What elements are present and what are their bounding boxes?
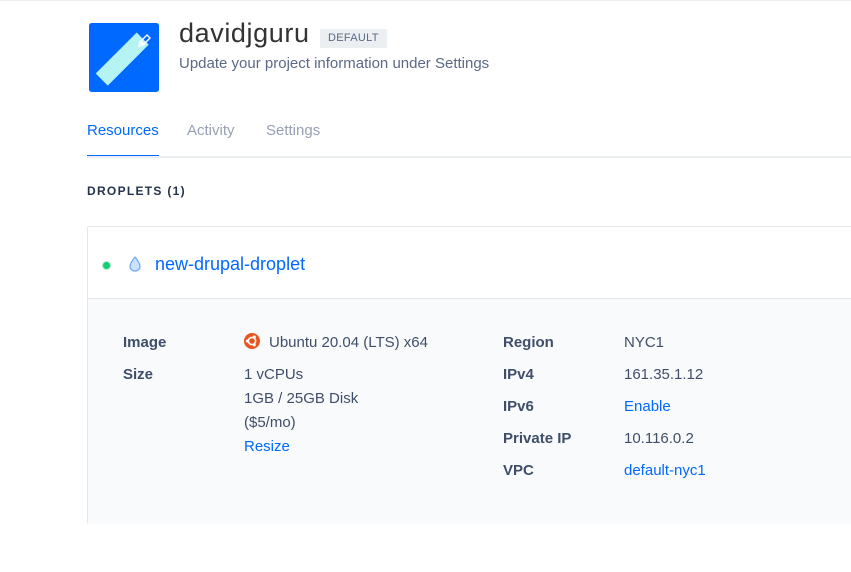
region-label: Region (503, 334, 554, 351)
private-ip-label: Private IP (503, 430, 572, 447)
size-cpu: 1 vCPUs (244, 366, 304, 383)
droplet-name-link[interactable]: new-drupal-droplet (155, 254, 305, 275)
image-value: Ubuntu 20.04 (LTS) x64 (269, 334, 428, 351)
size-label: Size (123, 366, 154, 383)
ipv4-label: IPv4 (503, 366, 534, 383)
pencil-icon (89, 23, 159, 92)
status-running-icon (103, 262, 110, 269)
project-name: davidjguru (179, 18, 310, 48)
resize-link[interactable]: Resize (244, 438, 290, 455)
size-price: ($5/mo) (244, 414, 296, 431)
default-badge: DEFAULT (320, 29, 387, 48)
project-subtitle: Update your project information under Se… (179, 55, 490, 72)
tab-activity[interactable]: Activity (187, 122, 235, 158)
droplet-details: Image Ubuntu 20.04 (LTS) x64 Size 1 vCPU… (88, 299, 851, 524)
vpc-label: VPC (503, 462, 534, 479)
size-memory-disk: 1GB / 25GB Disk (244, 390, 359, 407)
image-label: Image (123, 334, 167, 351)
vpc-link[interactable]: default-nyc1 (624, 462, 706, 479)
droplet-icon (129, 256, 141, 272)
droplet-card: new-drupal-droplet Image Ubuntu 20.04 (L… (87, 226, 851, 524)
droplets-section-title: DROPLETS (1) (87, 184, 186, 198)
tab-settings[interactable]: Settings (266, 122, 320, 158)
project-icon (89, 23, 159, 92)
droplet-card-header: new-drupal-droplet (88, 227, 851, 299)
top-divider (0, 0, 851, 1)
tabs-divider (87, 156, 851, 158)
ipv6-enable-link[interactable]: Enable (624, 398, 671, 415)
ipv6-label: IPv6 (503, 398, 534, 415)
private-ip-value: 10.116.0.2 (624, 430, 694, 447)
ubuntu-icon (244, 333, 260, 349)
region-value: NYC1 (624, 334, 665, 351)
project-tabs: Resources Activity Settings (87, 122, 851, 158)
ipv4-value: 161.35.1.12 (624, 366, 704, 383)
tab-resources[interactable]: Resources (87, 122, 159, 158)
